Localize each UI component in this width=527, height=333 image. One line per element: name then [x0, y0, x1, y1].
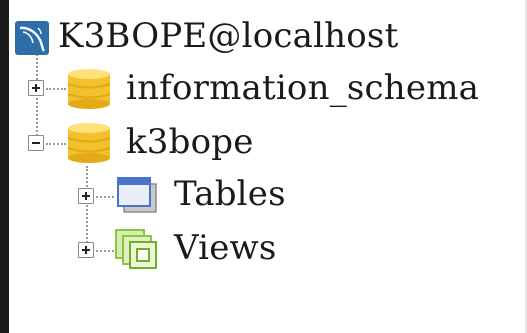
tables-icon	[114, 174, 160, 220]
tree-connector	[96, 196, 114, 198]
connection-label: K3BOPE@localhost	[58, 16, 399, 56]
tree-connector	[46, 143, 66, 145]
tree-connector	[96, 250, 114, 252]
collapse-toggle-icon[interactable]	[28, 135, 44, 151]
database-tree-panel: K3BOPE@localhost information_schema k3bo…	[0, 0, 527, 333]
expand-toggle-icon[interactable]	[78, 188, 94, 204]
database-label: k3bope	[126, 122, 254, 162]
panel-left-border	[0, 0, 9, 333]
views-icon	[114, 228, 160, 274]
database-icon	[66, 68, 112, 114]
tree-connector	[86, 166, 88, 250]
expand-toggle-icon[interactable]	[28, 80, 44, 96]
tree-connector	[46, 88, 66, 90]
tree-node-database-information-schema[interactable]: information_schema	[66, 64, 479, 112]
tree-node-connection[interactable]: K3BOPE@localhost	[14, 12, 398, 60]
tree-node-tables[interactable]: Tables	[114, 170, 286, 218]
tree-node-database-k3bope[interactable]: k3bope	[66, 118, 254, 166]
expand-toggle-icon[interactable]	[78, 242, 94, 258]
tree-node-views[interactable]: Views	[114, 224, 277, 272]
tables-label: Tables	[174, 174, 286, 214]
database-icon	[66, 122, 112, 168]
views-label: Views	[174, 228, 277, 268]
mysql-dolphin-icon	[14, 20, 50, 60]
tree-connector	[36, 54, 38, 144]
database-label: information_schema	[126, 68, 480, 108]
